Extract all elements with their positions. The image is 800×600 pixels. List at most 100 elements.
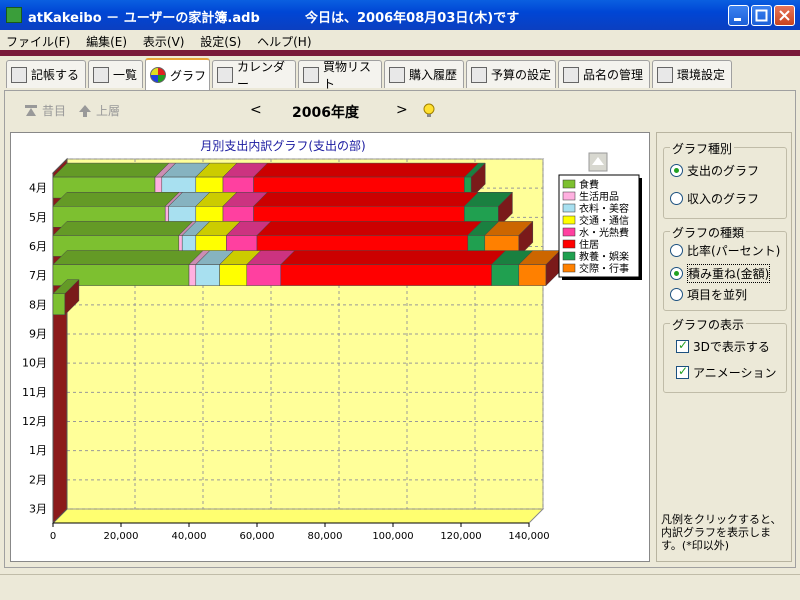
legend-entry[interactable]: 交通・通信 <box>579 214 629 227</box>
animation-checkbox[interactable]: アニメーション <box>676 364 777 381</box>
minimize-button[interactable] <box>728 5 749 26</box>
display-title: グラフの表示 <box>670 316 747 333</box>
stacked-radio[interactable]: 積み重ね(金額) <box>670 264 771 283</box>
history-icon <box>389 66 405 83</box>
legend-entry[interactable]: 食費 <box>579 178 599 191</box>
lightbulb-icon[interactable] <box>422 103 436 119</box>
x-tick-label: 80,000 <box>308 531 343 542</box>
tab-list[interactable]: 一覧 <box>88 60 143 88</box>
tab-label: 品名の管理 <box>583 68 644 82</box>
checkbox-indicator <box>676 338 689 353</box>
option-label: 収入のグラフ <box>687 192 760 206</box>
tab-label: 購入履歴 <box>409 68 458 82</box>
graph-kind-title: グラフの種類 <box>670 224 747 241</box>
option-label: 比率(パーセント) <box>687 244 781 258</box>
status-bar <box>0 574 800 600</box>
legend-swatch <box>562 203 576 213</box>
x-tick-label: 140,000 <box>508 531 549 542</box>
3d-checkbox[interactable]: 3Dで表示する <box>676 338 770 355</box>
graph-type-title: グラフ種別 <box>670 140 735 157</box>
y-tick-label: 10月 <box>22 357 47 370</box>
legend-swatch <box>562 215 576 225</box>
tab-budget[interactable]: 予算の設定 <box>466 60 556 88</box>
legend-swatch <box>562 191 576 201</box>
menu-bar: ファイル(F) 編集(E) 表示(V) 設定(S) ヘルプ(H) <box>0 30 800 50</box>
legend-swatch <box>562 227 576 237</box>
x-tick-label: 0 <box>50 531 56 542</box>
legend-entry[interactable]: 住居 <box>579 238 599 251</box>
legend-entry[interactable]: 生活用品 <box>579 190 619 203</box>
y-tick-label: 2月 <box>29 473 47 486</box>
parallel-radio[interactable]: 項目を並列 <box>670 286 747 303</box>
graph-type-group: グラフ種別 支出のグラフ 収入のグラフ <box>663 140 787 219</box>
bar-segment <box>518 264 547 286</box>
close-button[interactable] <box>774 5 795 26</box>
tab-record[interactable]: 記帳する <box>6 60 86 88</box>
y-tick-label: 5月 <box>29 211 47 224</box>
checkbox-indicator <box>676 364 689 379</box>
option-label: アニメーション <box>693 366 777 380</box>
header-divider <box>0 50 800 56</box>
legend-entry[interactable]: 衣料・美容 <box>579 202 629 215</box>
tab-graph[interactable]: グラフ <box>145 58 210 90</box>
tab-bar: 記帳する 一覧 グラフ カレンダー 買物リスト 購入履歴 予算の設定 品名の管理… <box>0 58 800 91</box>
x-tick-label: 100,000 <box>372 531 413 542</box>
option-label: 3Dで表示する <box>693 340 770 354</box>
maximize-button[interactable] <box>751 5 772 26</box>
radio-indicator <box>670 267 683 280</box>
today-date-text: 今日は、2006年08月03日(木)です <box>305 11 520 26</box>
expense-graph-radio[interactable]: 支出のグラフ <box>670 162 759 179</box>
up-level-button[interactable]: 上層 <box>96 102 120 119</box>
tab-purchase-history[interactable]: 購入履歴 <box>384 60 464 88</box>
bar-segment-top <box>280 250 507 265</box>
prev-year-button[interactable]: 昔目 <box>42 102 66 119</box>
notebook-icon <box>11 66 27 83</box>
y-tick-label: 9月 <box>29 327 47 340</box>
ratio-radio[interactable]: 比率(パーセント) <box>670 242 780 259</box>
next-year-arrow[interactable]: > <box>396 102 408 118</box>
app-icon <box>6 7 22 23</box>
legend-swatch <box>562 263 576 273</box>
legend-swatch <box>562 239 576 249</box>
legend-swatch <box>562 251 576 261</box>
prev-year-arrow[interactable]: < <box>250 102 262 118</box>
bar-segment-top <box>52 221 194 236</box>
bar-segment-top <box>52 192 180 207</box>
y-tick-label: 7月 <box>29 269 47 282</box>
legend-entry[interactable]: 水・光熱費 <box>579 226 629 239</box>
bar-segment <box>280 264 492 286</box>
bar-segment <box>219 264 248 286</box>
tab-label: 一覧 <box>113 68 138 82</box>
legend-entry[interactable]: 教養・娯楽 <box>579 250 629 263</box>
option-label: 積み重ね(金額) <box>687 264 771 283</box>
calculator-icon <box>471 66 487 83</box>
up-arrow-icon <box>79 105 91 117</box>
income-graph-radio[interactable]: 収入のグラフ <box>670 190 759 207</box>
bar-segment <box>195 264 220 286</box>
y-tick-label: 3月 <box>29 502 47 515</box>
tab-label: グラフ <box>170 68 207 83</box>
radio-indicator <box>670 192 683 205</box>
prev-year-icon <box>25 105 37 116</box>
y-tick-label: 12月 <box>22 415 47 428</box>
radio-indicator <box>670 164 683 177</box>
calendar-icon <box>217 66 233 83</box>
tab-item-names[interactable]: 品名の管理 <box>558 60 650 88</box>
tab-label: 記帳する <box>31 68 80 82</box>
y-tick-label: 4月 <box>29 182 47 195</box>
y-tick-label: 11月 <box>22 386 47 399</box>
tab-preferences[interactable]: 環境設定 <box>652 60 732 88</box>
option-label: 支出のグラフ <box>687 164 760 178</box>
bar-segment <box>246 264 282 286</box>
radio-indicator <box>670 288 683 301</box>
close-icon <box>779 10 790 21</box>
chart-title: 月別支出内訳グラフ(支出の部) <box>200 138 365 153</box>
radio-indicator <box>670 244 683 257</box>
bar-segment-top <box>52 162 170 178</box>
tab-shopping-list[interactable]: 買物リスト <box>298 60 382 91</box>
legend-entry[interactable]: 交際・行事 <box>579 262 629 275</box>
bar-segment-top <box>256 221 483 236</box>
y-tick-label: 6月 <box>29 240 47 253</box>
tab-calendar[interactable]: カレンダー <box>212 60 296 91</box>
shopping-list-icon <box>303 66 319 83</box>
